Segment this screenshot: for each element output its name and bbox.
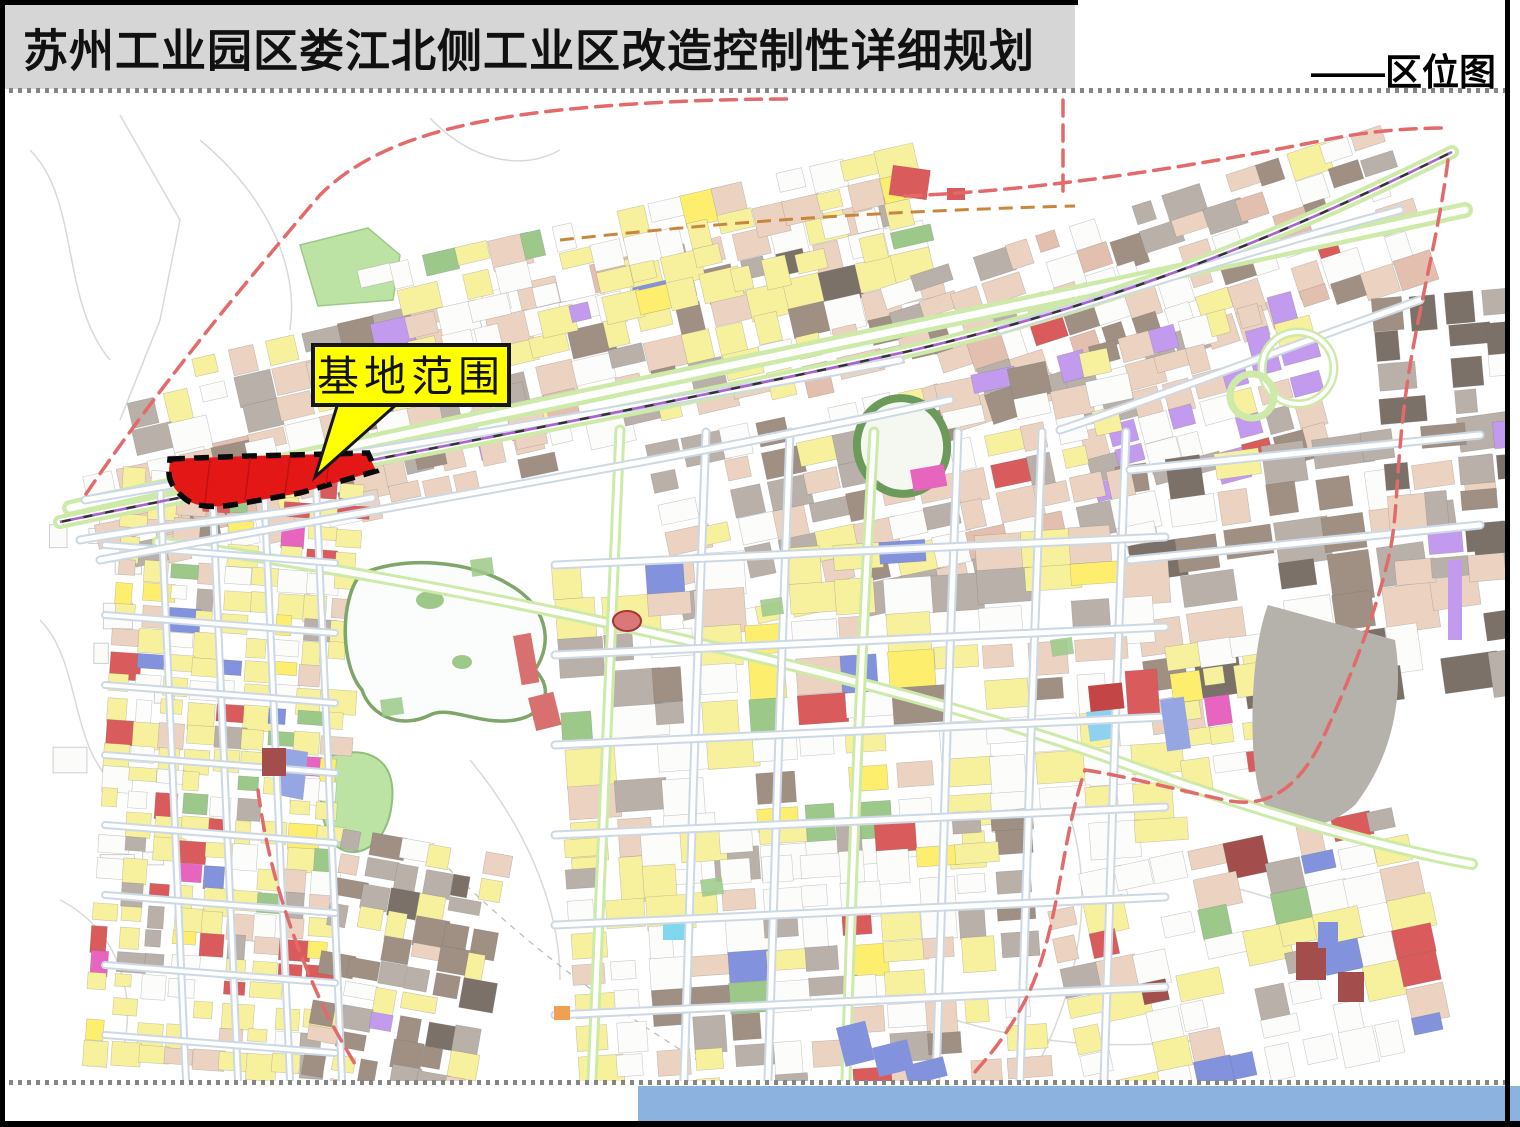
header-bar: 苏州工业园区娄江北侧工业区改造控制性详细规划 bbox=[5, 5, 1075, 89]
page-title: 苏州工业园区娄江北侧工业区改造控制性详细规划 bbox=[23, 15, 1035, 80]
page-bottom-border bbox=[0, 1121, 1520, 1127]
dotted-divider-bottom bbox=[0, 1080, 1506, 1085]
footer-accent-bar bbox=[638, 1086, 1520, 1121]
callout-label: 基地范围 bbox=[317, 355, 505, 401]
page-left-border bbox=[0, 0, 5, 1127]
page-top-border bbox=[0, 0, 1078, 5]
location-map: 基地范围 bbox=[0, 0, 1520, 1127]
page-right-border bbox=[1505, 0, 1510, 1127]
map-layers bbox=[30, 99, 1520, 1127]
dotted-divider-top bbox=[0, 88, 1506, 93]
